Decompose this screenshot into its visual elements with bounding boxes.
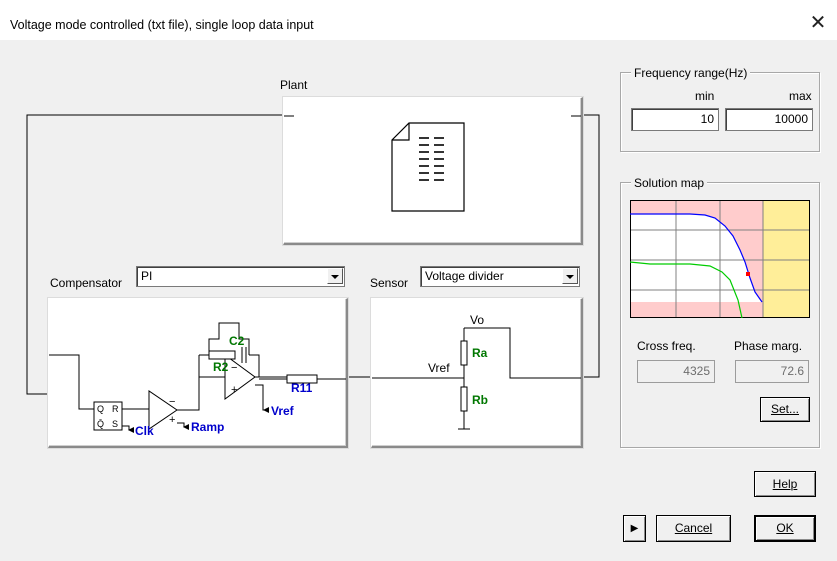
sensor-panel[interactable]: Vo Vref Ra Rb xyxy=(371,298,583,448)
sensor-schematic: Vo Vref Ra Rb xyxy=(372,313,581,430)
vref-label: Vref xyxy=(271,404,295,418)
window-title: Voltage mode controlled (txt file), sing… xyxy=(10,18,314,32)
help-button[interactable]: Help xyxy=(754,471,816,497)
max-frequency-input[interactable]: 10000 xyxy=(725,108,813,131)
cross-freq-field: 4325 xyxy=(637,360,715,383)
ok-button[interactable]: OK xyxy=(754,515,816,542)
chevron-down-icon[interactable] xyxy=(327,268,343,284)
compensator-panel[interactable]: Q R Q̄ S − + − + C2 R2 R11 Vref Ramp Clk xyxy=(48,298,348,448)
play-button[interactable]: ▶ xyxy=(623,515,646,542)
s-label: S xyxy=(112,419,118,429)
plant-label: Plant xyxy=(280,78,308,92)
min-frequency-input[interactable]: 10 xyxy=(631,108,719,131)
play-icon: ▶ xyxy=(630,523,639,534)
chevron-down-icon[interactable] xyxy=(562,268,578,284)
r2-label: R2 xyxy=(213,360,229,374)
q-label: Q xyxy=(97,404,104,414)
phase-marg-label: Phase marg. xyxy=(734,339,803,353)
sensor-selected: Voltage divider xyxy=(425,269,504,283)
sensor-select[interactable]: Voltage divider xyxy=(420,266,580,287)
frequency-range-title: Frequency range(Hz) xyxy=(631,66,751,80)
crossover-marker xyxy=(746,272,750,276)
clk-label: Clk xyxy=(135,424,154,438)
qbar-label: Q̄ xyxy=(97,419,104,429)
svg-text:+: + xyxy=(169,414,175,426)
ramp-label: Ramp xyxy=(191,420,224,434)
max-label: max xyxy=(789,89,812,103)
vo-label: Vo xyxy=(470,313,484,327)
r11-label: R11 xyxy=(291,381,313,395)
ra-label: Ra xyxy=(472,346,488,360)
set-button[interactable]: Set... xyxy=(760,397,810,422)
compensator-selected: PI xyxy=(141,269,153,283)
phase-marg-field: 72.6 xyxy=(735,360,809,383)
min-label: min xyxy=(695,89,715,103)
compensator-select[interactable]: PI xyxy=(136,266,345,287)
rb-label: Rb xyxy=(472,393,488,407)
solution-map-plot[interactable] xyxy=(630,200,810,318)
close-button[interactable]: ✕ xyxy=(806,11,830,35)
solution-map-title: Solution map xyxy=(631,176,708,190)
r-label: R xyxy=(112,404,119,414)
close-icon: ✕ xyxy=(809,12,827,34)
c2-label: C2 xyxy=(229,334,245,348)
compensator-label: Compensator xyxy=(50,276,123,290)
plant-diagram xyxy=(284,115,581,212)
text-file-icon xyxy=(391,122,465,212)
sensor-vref-label: Vref xyxy=(428,361,450,375)
compensator-schematic: Q R Q̄ S − + − + C2 R2 R11 Vref Ramp Clk xyxy=(49,322,346,438)
cross-freq-label: Cross freq. xyxy=(637,339,696,353)
sensor-label: Sensor xyxy=(370,276,409,290)
svg-text:+: + xyxy=(231,384,237,396)
plant-panel[interactable] xyxy=(283,97,583,245)
cancel-button[interactable]: Cancel xyxy=(656,515,731,542)
svg-text:−: − xyxy=(231,362,237,374)
svg-text:−: − xyxy=(169,396,175,408)
